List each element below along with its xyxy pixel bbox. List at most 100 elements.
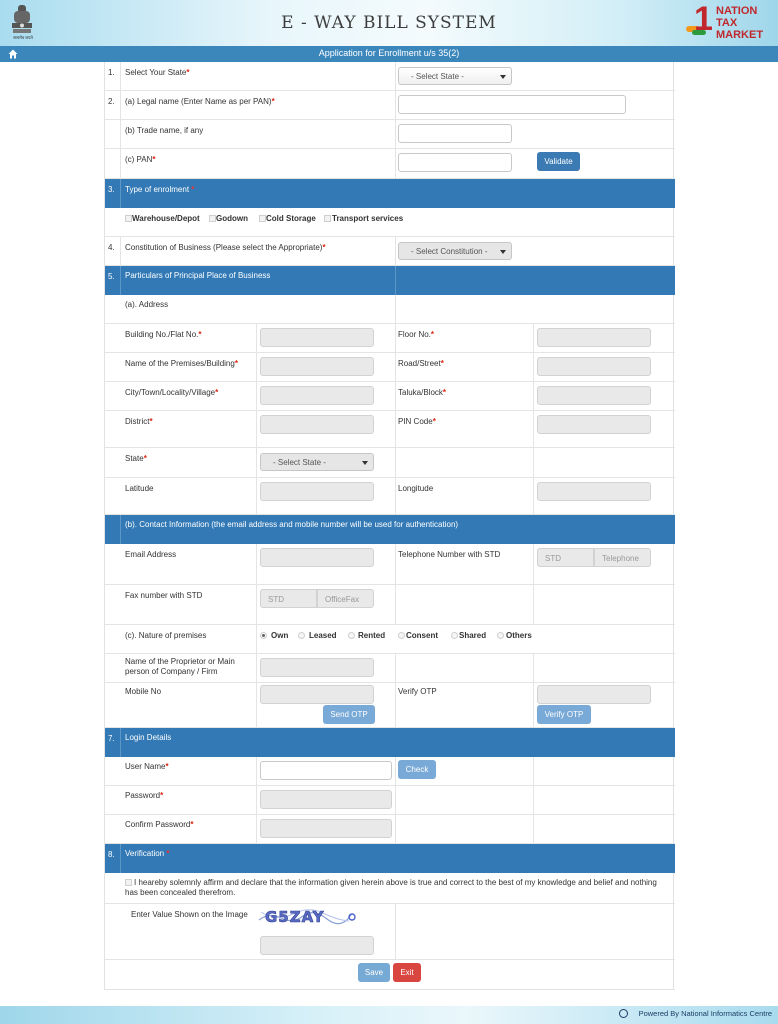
check-button[interactable]: Check [398, 760, 436, 779]
otp-input[interactable] [537, 685, 651, 704]
captcha-text: G5ZAY [265, 908, 325, 926]
validate-button[interactable]: Validate [537, 152, 580, 171]
row-premises-road: Name of the Premises/Building* Road/Stre… [105, 353, 675, 382]
trade-name-input[interactable] [398, 124, 512, 143]
premises-input[interactable] [260, 357, 374, 376]
address-state-dropdown[interactable]: - Select State - [260, 453, 374, 471]
captcha-image: G5ZAY [257, 906, 356, 928]
row-address-head: (a). Address [105, 295, 675, 324]
nature-of-premises-label: (c). Nature of premises [125, 631, 207, 640]
premises-label: Name of the Premises/Building [125, 359, 235, 368]
building-label: Building No./Flat No. [125, 330, 199, 339]
leased-radio[interactable] [298, 632, 305, 639]
row-declaration: I heareby solemnly affirm and declare th… [105, 873, 675, 904]
telephone-std-input[interactable]: STD [537, 548, 594, 567]
godown-checkbox[interactable] [209, 215, 216, 222]
legal-name-input[interactable] [398, 95, 626, 114]
section-type-of-enrolment: 3. Type of enrolment * [105, 179, 675, 208]
fax-std-input[interactable]: STD [260, 589, 317, 608]
longitude-input[interactable] [537, 482, 651, 501]
confirm-password-input[interactable] [260, 819, 392, 838]
leased-option: Leased [309, 631, 337, 640]
confirm-password-label: Confirm Password [125, 820, 191, 829]
pin-label: PIN Code [398, 417, 433, 426]
others-option: Others [506, 631, 532, 640]
send-otp-button[interactable]: Send OTP [323, 705, 375, 724]
floor-input[interactable] [537, 328, 651, 347]
page-title: Application for Enrollment u/s 35(2) [318, 48, 460, 58]
section-contact-info: (b). Contact Information (the email addr… [105, 515, 675, 544]
section-verification: 8. Verification * [105, 844, 675, 873]
site-header: सत्यमेव जयते E - WAY BILL SYSTEM 1 NATIO… [0, 0, 778, 46]
road-input[interactable] [537, 357, 651, 376]
row-district-pin: District* PIN Code* [105, 411, 675, 448]
pin-input[interactable] [537, 415, 651, 434]
select-state-label: Select Your State [125, 68, 187, 77]
select-state-dropdown[interactable]: - Select State - [398, 67, 512, 85]
row-captcha: Enter Value Shown on the Image [105, 904, 675, 960]
latitude-label: Latitude [125, 484, 154, 493]
row-select-state: 1. Select Your State* - Select State - [105, 62, 675, 91]
password-input[interactable] [260, 790, 392, 809]
section-principal-place: 5. Particulars of Principal Place of Bus… [105, 266, 675, 295]
email-input[interactable] [260, 548, 374, 567]
row-nature-of-premises: (c). Nature of premises Own Leased Rente… [105, 625, 675, 654]
fax-number-input[interactable]: OfficeFax [317, 589, 374, 608]
row-email-telephone: Email Address Telephone Number with STD … [105, 544, 675, 585]
city-input[interactable] [260, 386, 374, 405]
exit-button[interactable]: Exit [393, 963, 421, 982]
district-input[interactable] [260, 415, 374, 434]
shared-option: Shared [459, 631, 487, 640]
row-address-state: State* - Select State - [105, 448, 675, 478]
brand-number: 1 [694, 0, 713, 38]
legal-name-label: (a) Legal name (Enter Name as per PAN) [125, 97, 272, 106]
contact-info-label: (b). Contact Information (the email addr… [125, 520, 459, 529]
brand-logo: 1 NATION TAX MARKET [686, 2, 774, 44]
chevron-down-icon [500, 250, 506, 254]
captcha-input[interactable] [260, 936, 374, 955]
telephone-number-input[interactable]: Telephone [594, 548, 651, 567]
login-details-label: Login Details [125, 733, 172, 742]
building-input[interactable] [260, 328, 374, 347]
consent-radio[interactable] [398, 632, 405, 639]
taluka-label: Taluka/Block [398, 388, 443, 397]
mobile-input[interactable] [260, 685, 374, 704]
godown-option: Godown [216, 214, 248, 223]
password-label: Password [125, 791, 161, 800]
warehouse-checkbox[interactable] [125, 215, 132, 222]
taluka-input[interactable] [537, 386, 651, 405]
others-radio[interactable] [497, 632, 504, 639]
road-label: Road/Street [398, 359, 441, 368]
verify-otp-button[interactable]: Verify OTP [537, 705, 591, 724]
pan-input[interactable] [398, 153, 512, 172]
rented-radio[interactable] [348, 632, 355, 639]
username-input[interactable] [260, 761, 392, 780]
enrollment-form: 1. Select Your State* - Select State - 2… [104, 62, 675, 990]
proprietor-input[interactable] [260, 658, 374, 677]
brand-line2: TAX [716, 17, 738, 29]
save-button[interactable]: Save [358, 963, 390, 982]
cold-storage-option: Cold Storage [266, 214, 316, 223]
chevron-down-icon [362, 461, 368, 465]
shared-radio[interactable] [451, 632, 458, 639]
row-trade-name: (b) Trade name, if any [105, 120, 675, 149]
address-heading: (a). Address [125, 300, 169, 309]
fax-label: Fax number with STD [125, 591, 203, 600]
transport-option: Transport services [332, 214, 404, 223]
own-radio[interactable] [260, 632, 267, 639]
chevron-down-icon [500, 75, 506, 79]
cold-storage-checkbox[interactable] [259, 215, 266, 222]
constitution-label: Constitution of Business (Please select … [125, 243, 323, 252]
captcha-label: Enter Value Shown on the Image [131, 910, 248, 919]
row-actions: Save Exit [105, 960, 675, 990]
footer-text: Powered By National Informatics Centre [638, 1009, 772, 1018]
username-label: User Name [125, 762, 166, 771]
row-fax: Fax number with STD STD OfficeFax [105, 585, 675, 625]
mobile-label: Mobile No [125, 687, 162, 696]
site-footer: Powered By National Informatics Centre [0, 1006, 778, 1024]
constitution-dropdown[interactable]: - Select Constitution - [398, 242, 512, 260]
latitude-input[interactable] [260, 482, 374, 501]
transport-checkbox[interactable] [324, 215, 331, 222]
address-state-label: State [125, 454, 144, 463]
floor-label: Floor No. [398, 330, 431, 339]
